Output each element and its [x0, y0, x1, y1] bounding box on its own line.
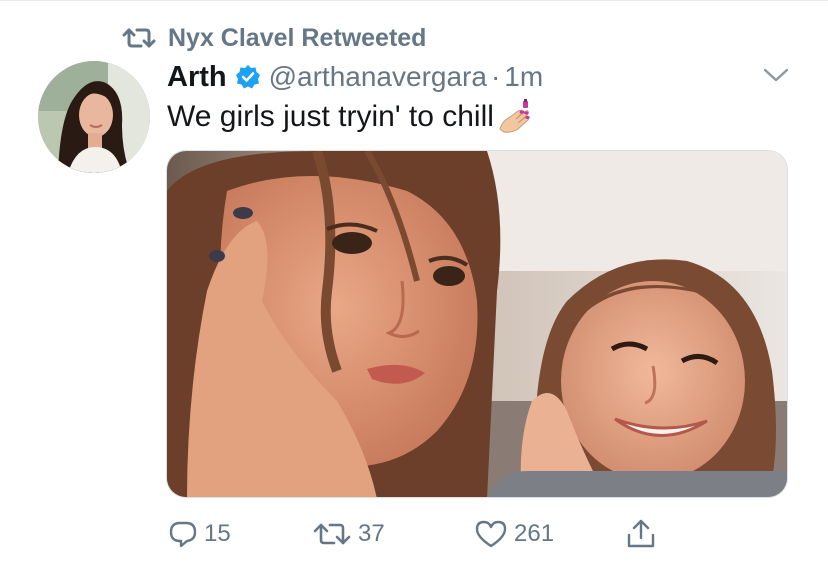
- reply-count: 15: [204, 520, 231, 547]
- tweet-text-content: We girls just tryin' to chill: [167, 100, 494, 133]
- tweet-header: Arth @arthanavergara · 1m: [167, 58, 543, 96]
- heart-icon: [475, 520, 507, 548]
- share-icon: [627, 519, 655, 548]
- share-button[interactable]: [624, 514, 664, 554]
- avatar-photo: [38, 61, 150, 173]
- like-count: 261: [514, 520, 555, 547]
- avatar[interactable]: [38, 61, 150, 173]
- retweet-count: 37: [358, 520, 385, 547]
- divider: [0, 0, 828, 1]
- photo-image: [167, 151, 787, 497]
- timestamp[interactable]: 1m: [504, 61, 543, 93]
- author-name[interactable]: Arth: [167, 61, 227, 94]
- chevron-down-icon[interactable]: [762, 66, 790, 84]
- nail-polish-emoji-icon: [499, 99, 530, 133]
- reply-button[interactable]: 15: [168, 514, 231, 554]
- separator-dot: ·: [490, 61, 501, 92]
- retweet-icon: [313, 523, 351, 545]
- tweet-actions: 15 37 261: [168, 514, 768, 554]
- tweet-text: We girls just tryin' to chill: [167, 97, 532, 137]
- reply-icon: [169, 521, 197, 548]
- retweet-banner-label: Nyx Clavel Retweeted: [168, 23, 427, 52]
- tweet-photo[interactable]: [166, 150, 788, 498]
- retweet-button[interactable]: 37: [312, 514, 385, 554]
- verified-badge-icon: [235, 65, 260, 89]
- like-button[interactable]: 261: [474, 514, 554, 554]
- retweet-icon: [122, 28, 156, 48]
- tweet-card[interactable]: Nyx Clavel Retweeted Arth @arthanavergar…: [0, 0, 828, 566]
- retweet-banner[interactable]: Nyx Clavel Retweeted: [122, 22, 426, 54]
- author-handle[interactable]: @arthanavergara: [269, 61, 487, 93]
